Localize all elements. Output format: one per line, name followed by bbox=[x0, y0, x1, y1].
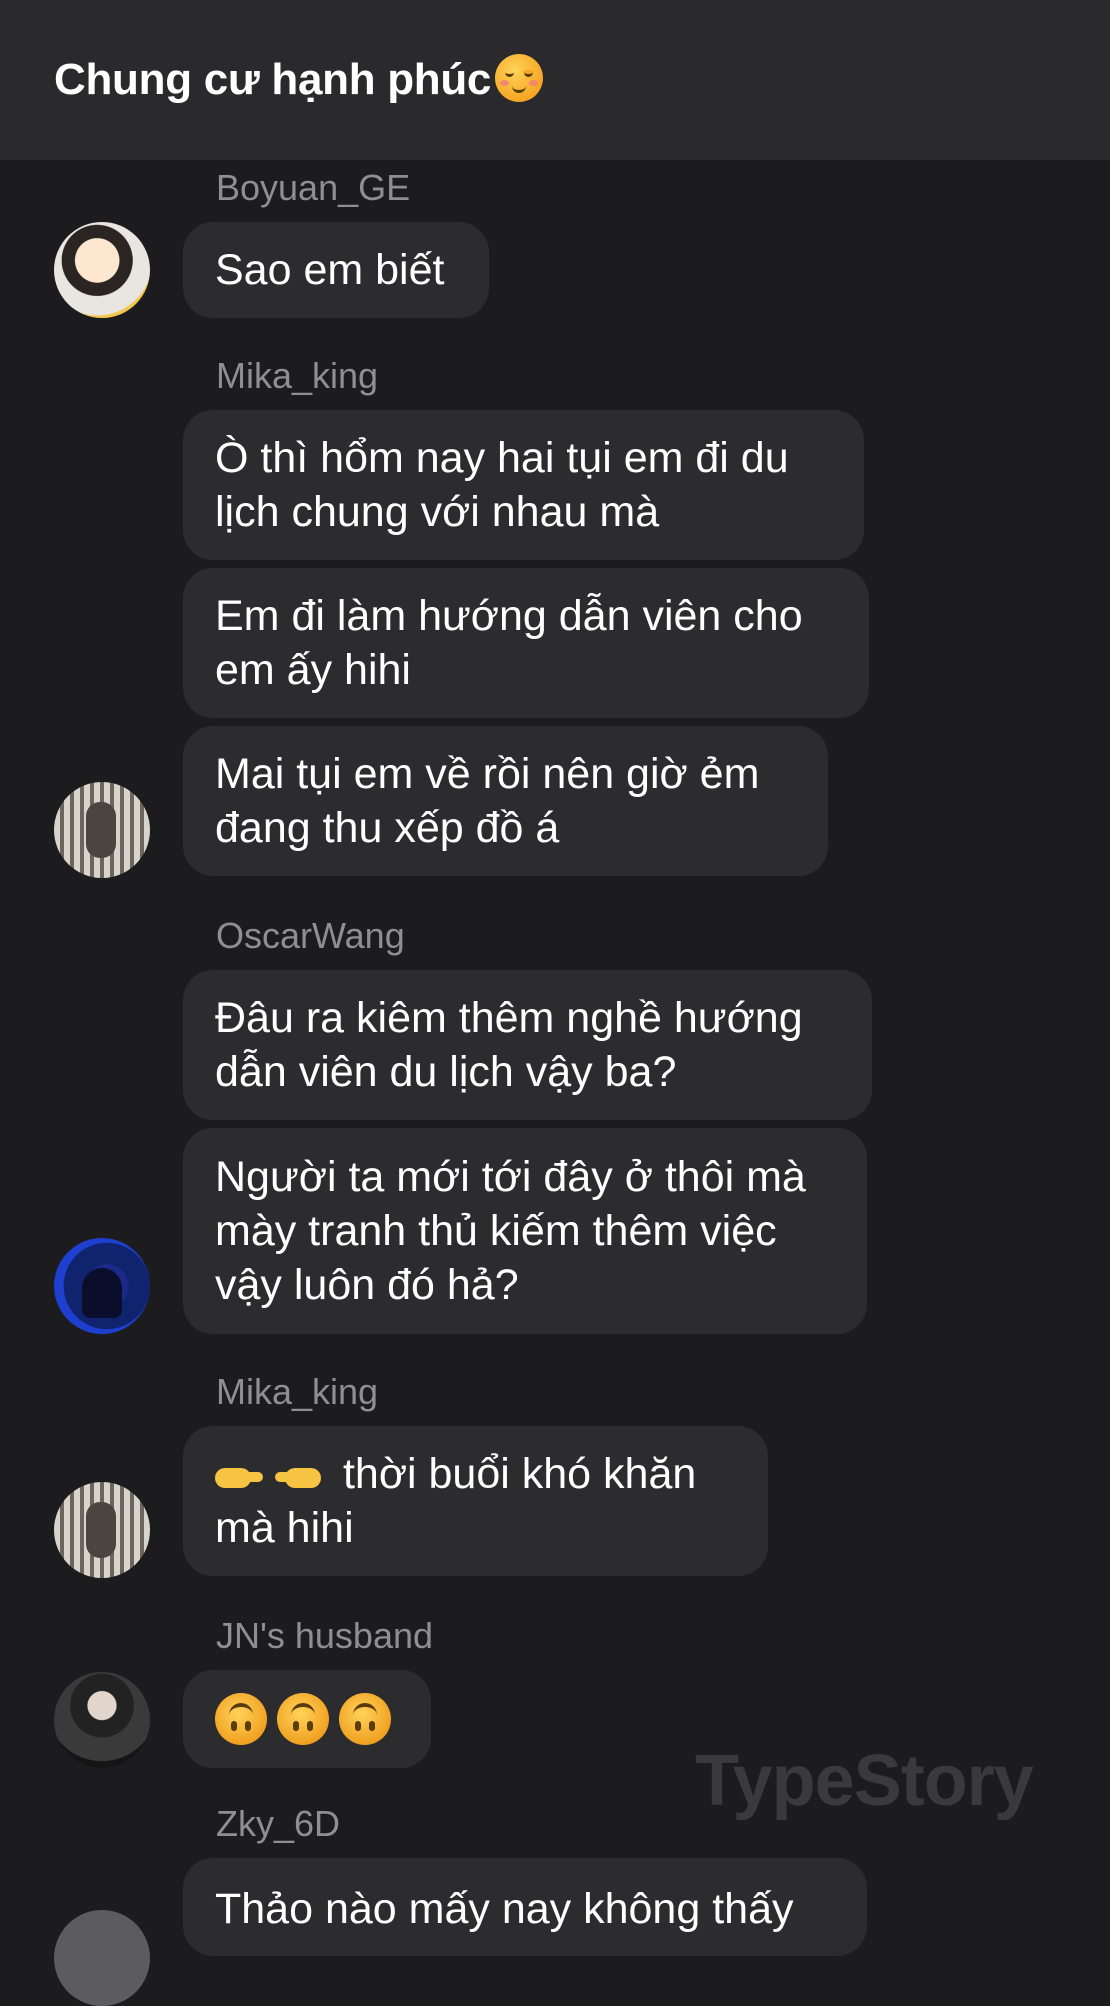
message-bubble[interactable]: Mai tụi em về rồi nên giờ ẻm đang thu xế… bbox=[183, 726, 828, 876]
pointing-left-hand-icon bbox=[273, 1462, 323, 1492]
sender-name: OscarWang bbox=[216, 915, 405, 956]
chat-header: Chung cư hạnh phúc bbox=[0, 0, 1110, 160]
message-bubble[interactable]: Thảo nào mấy nay không thấy bbox=[183, 1858, 867, 1956]
avatar[interactable] bbox=[54, 1672, 150, 1768]
smiling-face-icon bbox=[495, 54, 544, 102]
avatar[interactable] bbox=[54, 782, 150, 878]
message-bubble[interactable] bbox=[183, 1670, 431, 1768]
sender-name: Mika_king bbox=[216, 1371, 379, 1412]
pointing-right-hand-icon bbox=[215, 1462, 265, 1492]
upside-down-face-icon bbox=[339, 1693, 391, 1745]
avatar[interactable] bbox=[54, 1238, 150, 1334]
upside-down-face-icon bbox=[215, 1693, 267, 1745]
sender-name: JN's husband bbox=[216, 1615, 434, 1656]
sender-name: Zky_6D bbox=[216, 1803, 341, 1844]
message-bubble[interactable]: Người ta mới tới đây ở thôi mà mày tranh… bbox=[183, 1128, 867, 1334]
message-bubble[interactable]: thời buổi khó khăn mà hihi bbox=[183, 1426, 768, 1576]
sender-name: Boyuan_GE bbox=[216, 167, 411, 208]
message-bubble[interactable]: Em đi làm hướng dẫn viên cho em ấy hihi bbox=[183, 568, 869, 718]
avatar[interactable] bbox=[54, 1482, 150, 1578]
sender-name: Mika_king bbox=[216, 355, 379, 396]
avatar[interactable] bbox=[54, 1910, 150, 2006]
message-bubble[interactable]: Đâu ra kiêm thêm nghề hướng dẫn viên du … bbox=[183, 970, 872, 1120]
watermark: TypeStory bbox=[695, 1741, 1034, 1821]
message-bubble[interactable]: Sao em biết bbox=[183, 222, 489, 318]
upside-down-face-icon bbox=[277, 1693, 329, 1745]
avatar[interactable] bbox=[54, 222, 150, 318]
chat-title[interactable]: Chung cư hạnh phúc bbox=[54, 52, 544, 108]
message-bubble[interactable]: Ò thì hổm nay hai tụi em đi du lịch chun… bbox=[183, 410, 864, 560]
